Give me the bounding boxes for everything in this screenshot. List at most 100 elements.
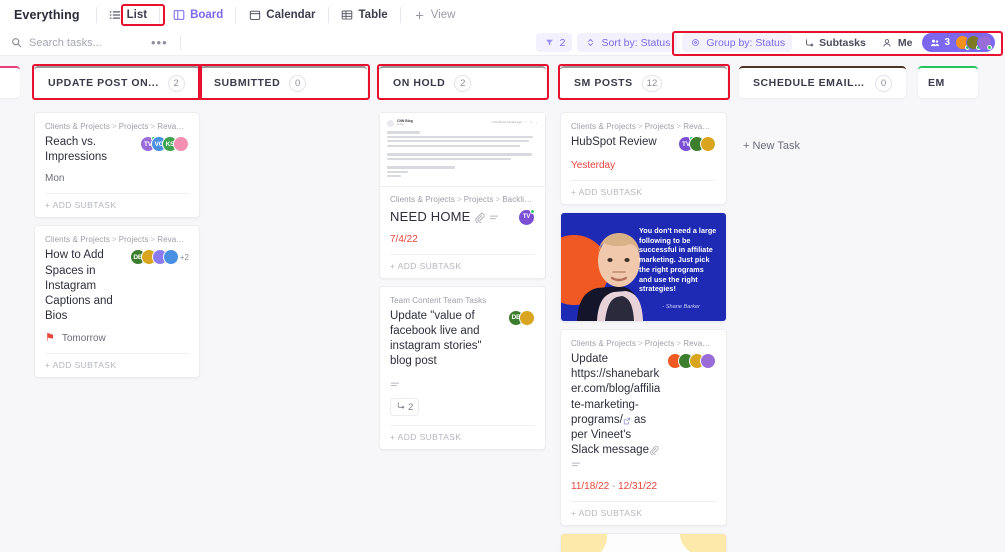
add-subtask-button[interactable]: + ADD SUBTASK: [45, 353, 189, 377]
plus-icon: [413, 9, 426, 22]
add-subtask-button[interactable]: + ADD SUBTASK: [390, 425, 535, 449]
card-main: Update "value of facebook live and insta…: [390, 309, 535, 370]
column-title: SUBMITTED: [214, 77, 281, 89]
breadcrumb: Clients & Projects>Projects>Revamping Po…: [45, 122, 189, 131]
filter-count: 2: [559, 36, 566, 49]
description-icon: [489, 213, 499, 223]
column-count: 2: [167, 74, 185, 92]
column-header[interactable]: UPDATE POST ON... 2: [34, 66, 200, 98]
card-main: Reach vs. Impressions TV VG KS: [45, 135, 189, 165]
table-icon: [341, 9, 354, 22]
task-card[interactable]: Clients & Projects>Projects>Revamping Po…: [560, 329, 727, 527]
column-title: SM POSTS: [574, 77, 633, 89]
add-subtask-button[interactable]: + ADD SUBTASK: [45, 193, 189, 217]
board-canvas: 0 UPDATE POST ON... 2 Clients & Projects…: [0, 56, 1005, 552]
card-main: Update https://shanebarker.com/blog/affi…: [571, 352, 716, 473]
add-view-label: View: [430, 9, 456, 21]
column-header[interactable]: SUBMITTED 0: [200, 66, 367, 98]
breadcrumb: Team Content Team Tasks: [390, 295, 487, 305]
avatar: [700, 136, 716, 152]
column-header[interactable]: ON HOLD 2: [379, 66, 546, 98]
avatar: [173, 136, 189, 152]
members-button[interactable]: 3: [922, 33, 995, 52]
task-card[interactable]: CNN Blog to me 5:41 AM (21 minutes ago) …: [379, 112, 546, 279]
column-header[interactable]: EM: [918, 66, 978, 98]
list-icon: [109, 9, 122, 22]
card-main: HubSpot Review TV: [571, 135, 716, 152]
email-attachment-preview[interactable]: CNN Blog to me 5:41 AM (21 minutes ago) …: [380, 113, 545, 187]
task-card[interactable]: Clients & Projects>Projects>Revamping Po…: [34, 225, 200, 379]
add-view-button[interactable]: View: [405, 6, 464, 25]
breadcrumb-part: Clients & Projects: [45, 122, 110, 131]
divider: [179, 35, 181, 50]
filter-icon: [543, 36, 556, 49]
filter-button[interactable]: 2: [535, 33, 573, 52]
task-card[interactable]: Team Content Team Tasks Update "value of…: [379, 285, 546, 451]
avatar: [977, 35, 992, 50]
email-body-lines: [387, 131, 538, 178]
members-count: 3: [944, 37, 950, 48]
member-avatars: [955, 35, 992, 50]
board-column-partial-right: EM: [918, 66, 978, 98]
breadcrumb-separator: >: [150, 122, 156, 131]
subtasks-button[interactable]: Subtasks: [797, 33, 871, 52]
board-column-partial-left: 0: [0, 66, 20, 98]
column-header[interactable]: SCHEDULE EMAIL ... 0: [739, 66, 906, 98]
assignee-avatars[interactable]: [667, 352, 716, 369]
breadcrumb-part: Projects: [118, 122, 149, 131]
breadcrumb-part: Clients & Projects: [45, 235, 110, 245]
breadcrumb-part: Projects: [644, 339, 675, 348]
search-input[interactable]: [29, 36, 139, 49]
priority-due-row[interactable]: ⚑ Tomorrow: [45, 332, 189, 345]
avatar: [162, 249, 179, 266]
divider: [235, 7, 237, 23]
subtasks-label: Subtasks: [819, 36, 866, 49]
column-header[interactable]: SM POSTS 12: [560, 66, 727, 98]
new-task-button[interactable]: + New Task: [739, 132, 906, 160]
breadcrumb: Clients & Projects>Projects>Revamping Po…: [571, 339, 716, 348]
column-count: 0: [875, 74, 892, 92]
board-columns: 0 UPDATE POST ON... 2 Clients & Projects…: [0, 56, 1005, 552]
promo-image-card[interactable]: You don't need a large following to be s…: [560, 212, 727, 322]
promo-quote: You don't need a large following to be s…: [639, 226, 717, 294]
me-label: Me: [897, 36, 913, 49]
assignee-avatars[interactable]: TV: [518, 208, 535, 226]
assignee-avatars[interactable]: DB: [508, 309, 535, 326]
tab-table[interactable]: Table: [333, 6, 396, 25]
tab-board[interactable]: Board: [164, 6, 231, 34]
linkedin-promo-card[interactable]: Best LinkedIn Tools You Need to Drive Be…: [560, 533, 727, 552]
tab-list[interactable]: List: [101, 6, 155, 25]
breadcrumb-part: Clients & Projects: [571, 122, 636, 131]
assignee-avatars[interactable]: DB +2: [129, 248, 189, 266]
members-icon: [928, 36, 941, 49]
assignee-avatars[interactable]: TV VG KS: [140, 135, 189, 152]
add-subtask-button[interactable]: + ADD SUBTASK: [390, 253, 535, 278]
breadcrumb-separator: >: [495, 194, 501, 204]
search-more-button[interactable]: •••: [151, 36, 168, 49]
email-time: 5:41 AM (21 minutes ago): [492, 121, 522, 125]
due-date[interactable]: Mon: [45, 173, 189, 184]
search-box[interactable]: [10, 36, 139, 49]
subtask-count-chip[interactable]: 2: [390, 398, 420, 417]
task-card[interactable]: Clients & Projects>Projects>Revamping Po…: [34, 112, 200, 219]
online-dot: [530, 208, 535, 214]
group-by-label: Group by: Status: [706, 36, 786, 49]
column-cards: Clients & Projects>Projects>Revamping Po…: [560, 98, 727, 552]
priority-flag-icon: ⚑: [45, 332, 55, 345]
tab-calendar[interactable]: Calendar: [240, 6, 323, 25]
assignee-avatars[interactable]: TV: [678, 135, 716, 152]
add-subtask-button[interactable]: + ADD SUBTASK: [571, 180, 716, 204]
email-header: CNN Blog to me 5:41 AM (21 minutes ago) …: [387, 119, 538, 127]
calendar-icon: [248, 9, 261, 22]
add-subtask-button[interactable]: + ADD SUBTASK: [571, 501, 716, 525]
due-date[interactable]: Yesterday: [571, 160, 716, 171]
column-header[interactable]: 0: [0, 66, 20, 98]
due-date-range[interactable]: 11/18/22 - 12/31/22: [571, 481, 716, 492]
reply-icon: ↩: [530, 121, 533, 125]
breadcrumb-part: Revamping Posts: [157, 122, 189, 131]
task-card[interactable]: Clients & Projects>Projects>Revamping Po…: [560, 112, 727, 205]
group-by-button[interactable]: Group by: Status: [682, 33, 793, 52]
me-filter-button[interactable]: Me: [876, 33, 918, 52]
due-date[interactable]: 7/4/22: [390, 234, 535, 245]
sort-by-button[interactable]: Sort by: Status: [577, 33, 678, 52]
